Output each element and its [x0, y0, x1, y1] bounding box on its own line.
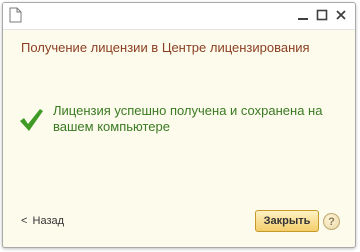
maximize-icon[interactable] [314, 7, 330, 23]
chevron-left-icon: < [21, 215, 28, 227]
dialog-heading: Получение лицензии в Центре лицензирован… [21, 40, 310, 55]
minimize-icon[interactable] [295, 7, 311, 23]
success-message: Лицензия успешно получена и сохранена на… [53, 103, 323, 134]
title-bar [3, 3, 355, 30]
close-icon[interactable] [333, 7, 349, 23]
checkmark-icon [18, 107, 44, 138]
back-button[interactable]: < Назад [21, 215, 64, 227]
document-icon [9, 7, 22, 28]
help-icon[interactable]: ? [323, 213, 340, 230]
close-button[interactable]: Закрыть [255, 210, 319, 232]
license-dialog: Получение лицензии в Центре лицензирован… [2, 2, 356, 248]
back-label: Назад [32, 215, 65, 227]
